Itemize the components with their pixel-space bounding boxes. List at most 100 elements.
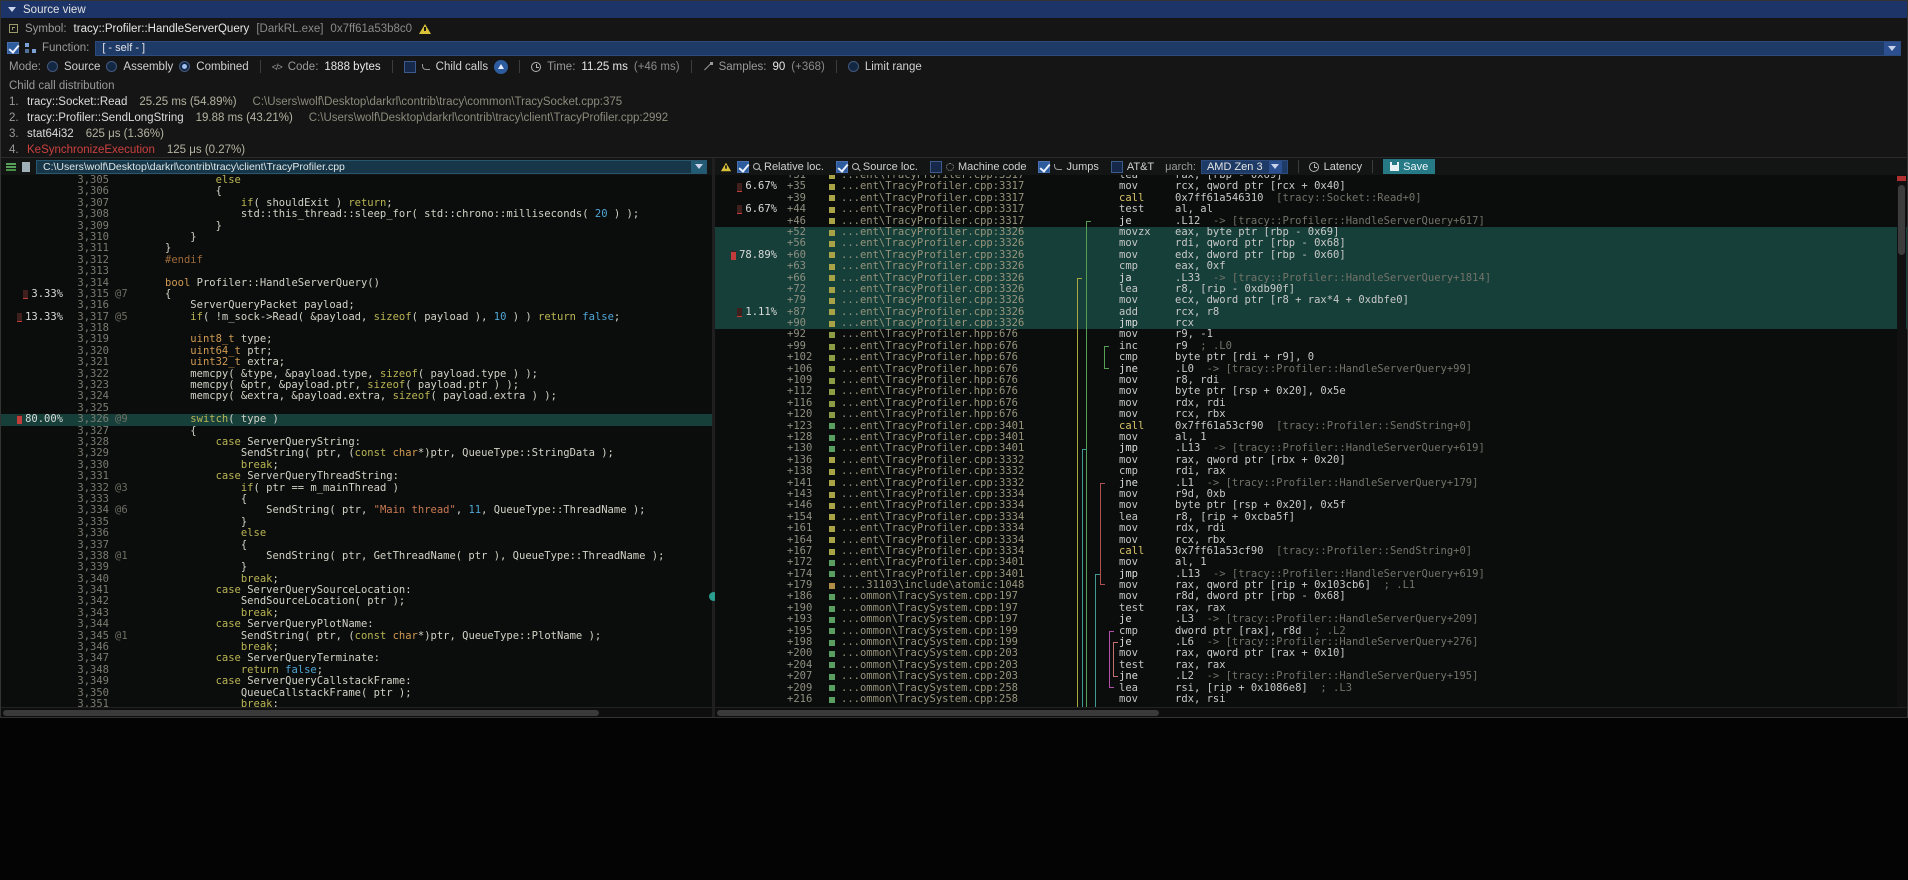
assembly-vscrollbar-thumb[interactable] <box>1898 185 1905 255</box>
asm-row[interactable]: +179....31103\include\atomic:1048movrax,… <box>715 580 1907 591</box>
asm-row[interactable]: +154...ent\TracyProfiler.cpp:3334lear8, … <box>715 512 1907 523</box>
child-calls-expand-button[interactable] <box>494 60 508 74</box>
mode-radio-combined[interactable] <box>179 61 190 72</box>
source-line-row[interactable]: 3,351 break; <box>1 699 712 707</box>
asm-row[interactable]: +195...ommon\TracySystem.cpp:199cmpdword… <box>715 626 1907 637</box>
asm-row[interactable]: +46...ent\TracyProfiler.cpp:3317je.L12 -… <box>715 216 1907 227</box>
source-line-row[interactable]: 3,321 uint32_t extra; <box>1 357 712 368</box>
asm-row[interactable]: +92...ent\TracyProfiler.hpp:676movr9, -1 <box>715 329 1907 340</box>
child-call-row[interactable]: 3.stat64i32625 μs (1.36%) <box>9 126 1899 142</box>
asm-row[interactable]: 6.67%+35...ent\TracyProfiler.cpp:3317mov… <box>715 181 1907 192</box>
asm-row[interactable]: +90...ent\TracyProfiler.cpp:3326jmprcx <box>715 318 1907 329</box>
asm-row[interactable]: +200...ommon\TracySystem.cpp:203movrax, … <box>715 648 1907 659</box>
asm-row[interactable]: +146...ent\TracyProfiler.cpp:3334movbyte… <box>715 500 1907 511</box>
asm-row[interactable]: +207...ommon\TracySystem.cpp:203jne.L2 -… <box>715 671 1907 682</box>
asm-toolbar-check-machine-code[interactable]: Machine code <box>930 161 1027 173</box>
asm-row[interactable]: +136...ent\TracyProfiler.cpp:3332movrax,… <box>715 455 1907 466</box>
asm-row[interactable]: +186...ommon\TracySystem.cpp:197movr8d, … <box>715 591 1907 602</box>
asm-row[interactable]: +130...ent\TracyProfiler.cpp:3401jmp.L13… <box>715 443 1907 454</box>
asm-row[interactable]: +198...ommon\TracySystem.cpp:199je.L6 ->… <box>715 637 1907 648</box>
assembly-vscrollbar[interactable] <box>1897 175 1906 707</box>
asm-row[interactable]: +190...ommon\TracySystem.cpp:197testrax,… <box>715 603 1907 614</box>
sample-heat-bar <box>737 205 742 214</box>
child-call-row[interactable]: 1.tracy::Socket::Read25.25 ms (54.89%)C:… <box>9 94 1899 110</box>
source-line-row[interactable]: 80.00%3,326@9 switch( type ) <box>1 414 712 425</box>
asm-row[interactable]: +167...ent\TracyProfiler.cpp:3334call0x7… <box>715 546 1907 557</box>
asm-row[interactable]: +120...ent\TracyProfiler.hpp:676movrcx, … <box>715 409 1907 420</box>
asm-row[interactable]: 78.89%+60...ent\TracyProfiler.cpp:3326mo… <box>715 250 1907 261</box>
asm-row[interactable]: +138...ent\TracyProfiler.cpp:3332cmprdi,… <box>715 466 1907 477</box>
asm-row[interactable]: +99...ent\TracyProfiler.hpp:676incr9 ; .… <box>715 341 1907 352</box>
checkbox[interactable] <box>1111 161 1123 173</box>
uarch-combo-arrow[interactable] <box>1269 161 1282 173</box>
asm-row[interactable]: +52...ent\TracyProfiler.cpp:3326movzxeax… <box>715 227 1907 238</box>
source-file-dot <box>823 252 841 258</box>
mode-radio-source[interactable] <box>47 61 58 72</box>
asm-row[interactable]: +143...ent\TracyProfiler.cpp:3334movr9d,… <box>715 489 1907 500</box>
mode-radio-assembly[interactable] <box>106 61 117 72</box>
asm-row[interactable]: +102...ent\TracyProfiler.hpp:676cmpbyte … <box>715 352 1907 363</box>
source-file-dot <box>823 264 841 270</box>
source-line-row[interactable]: 3,349 case ServerQueryCallstackFrame: <box>1 676 712 687</box>
asm-toolbar-check-relative-loc-[interactable]: Relative loc. <box>737 161 824 173</box>
source-line-row[interactable]: 3,331 case ServerQueryThreadString: <box>1 471 712 482</box>
child-call-row[interactable]: 4.KeSynchronizeExecution125 μs (0.27%) <box>9 142 1899 157</box>
asm-row[interactable]: +109...ent\TracyProfiler.hpp:676movr8, r… <box>715 375 1907 386</box>
limit-range-radio[interactable] <box>848 61 859 72</box>
assembly-hscrollbar-thumb[interactable] <box>717 710 1159 716</box>
asm-row[interactable]: +39...ent\TracyProfiler.cpp:3317call0x7f… <box>715 193 1907 204</box>
source-file-combo[interactable]: C:\Users\wolf\Desktop\darkrl\contrib\tra… <box>36 160 707 174</box>
asm-toolbar-check-source-loc-[interactable]: Source loc. <box>836 161 918 173</box>
save-button[interactable]: Save <box>1383 159 1435 174</box>
asm-toolbar-check-at-t[interactable]: AT&T <box>1111 161 1154 173</box>
asm-row[interactable]: +209...ommon\TracySystem.cpp:258learsi, … <box>715 683 1907 694</box>
child-calls-icon <box>422 64 430 70</box>
checkbox[interactable] <box>930 161 942 173</box>
latency-toggle[interactable]: Latency <box>1324 161 1363 173</box>
asm-row[interactable]: +72...ent\TracyProfiler.cpp:3326lear8, [… <box>715 284 1907 295</box>
asm-mnemonic: cmp <box>1119 261 1175 272</box>
source-hscrollbar[interactable] <box>1 707 712 717</box>
asm-row[interactable]: +161...ent\TracyProfiler.cpp:3334movrdx,… <box>715 523 1907 534</box>
child-call-time: 25.25 ms (54.89%) <box>139 94 236 110</box>
titlebar[interactable]: Source view <box>1 1 1907 18</box>
source-file-combo-arrow[interactable] <box>691 161 706 173</box>
asm-row[interactable]: +164...ent\TracyProfiler.cpp:3334movrcx,… <box>715 535 1907 546</box>
asm-row[interactable]: +66...ent\TracyProfiler.cpp:3326ja.L33 -… <box>715 273 1907 284</box>
assembly-hscrollbar[interactable] <box>715 707 1907 717</box>
asm-row[interactable]: +79...ent\TracyProfiler.cpp:3326movecx, … <box>715 295 1907 306</box>
asm-row[interactable]: +116...ent\TracyProfiler.hpp:676movrdx, … <box>715 398 1907 409</box>
asm-row[interactable]: 6.67%+44...ent\TracyProfiler.cpp:3317tes… <box>715 204 1907 215</box>
source-line-row[interactable]: 3,313 <box>1 266 712 277</box>
asm-row[interactable]: 1.11%+87...ent\TracyProfiler.cpp:3326add… <box>715 307 1907 318</box>
child-call-row[interactable]: 2.tracy::Profiler::SendLongString19.88 m… <box>9 110 1899 126</box>
function-checkbox[interactable] <box>7 42 19 54</box>
asm-row[interactable]: +172...ent\TracyProfiler.cpp:3401moval, … <box>715 557 1907 568</box>
source-line-row[interactable]: 3,334@6 SendString( ptr, "Main thread", … <box>1 505 712 516</box>
uarch-combo[interactable]: AMD Zen 3 <box>1201 160 1288 174</box>
checkbox[interactable] <box>1038 161 1050 173</box>
source-line-row[interactable]: 3,308 std::this_thread::sleep_for( std::… <box>1 209 712 220</box>
asm-row[interactable]: +128...ent\TracyProfiler.cpp:3401moval, … <box>715 432 1907 443</box>
checkbox[interactable] <box>737 161 749 173</box>
asm-row[interactable]: +123...ent\TracyProfiler.cpp:3401call0x7… <box>715 421 1907 432</box>
child-calls-checkbox[interactable] <box>404 61 416 73</box>
asm-row[interactable]: +204...ommon\TracySystem.cpp:203testrax,… <box>715 660 1907 671</box>
function-combo-arrow[interactable] <box>1884 42 1900 55</box>
checkbox[interactable] <box>836 161 848 173</box>
collapse-icon[interactable] <box>8 7 16 12</box>
asm-row[interactable]: +112...ent\TracyProfiler.hpp:676movbyte … <box>715 386 1907 397</box>
asm-row[interactable]: +174...ent\TracyProfiler.cpp:3401jmp.L13… <box>715 569 1907 580</box>
asm-row[interactable]: +63...ent\TracyProfiler.cpp:3326cmpeax, … <box>715 261 1907 272</box>
asm-row[interactable]: +56...ent\TracyProfiler.cpp:3326movrdi, … <box>715 238 1907 249</box>
asm-row[interactable]: +141...ent\TracyProfiler.cpp:3332jne.L1 … <box>715 478 1907 489</box>
function-combo[interactable]: [ - self - ] <box>95 41 1901 56</box>
asm-row[interactable]: +193...ommon\TracySystem.cpp:197je.L3 ->… <box>715 614 1907 625</box>
source-hscrollbar-thumb[interactable] <box>3 710 599 716</box>
asm-toolbar-check-jumps[interactable]: Jumps <box>1038 161 1098 173</box>
asm-row[interactable]: +106...ent\TracyProfiler.hpp:676jne.L0 -… <box>715 364 1907 375</box>
asm-row[interactable]: +216...ommon\TracySystem.cpp:258movrdx, … <box>715 694 1907 705</box>
source-line-row[interactable]: 3,339 } <box>1 562 712 573</box>
source-file-dot <box>823 617 841 623</box>
source-line-row[interactable]: 3,336 else <box>1 528 712 539</box>
